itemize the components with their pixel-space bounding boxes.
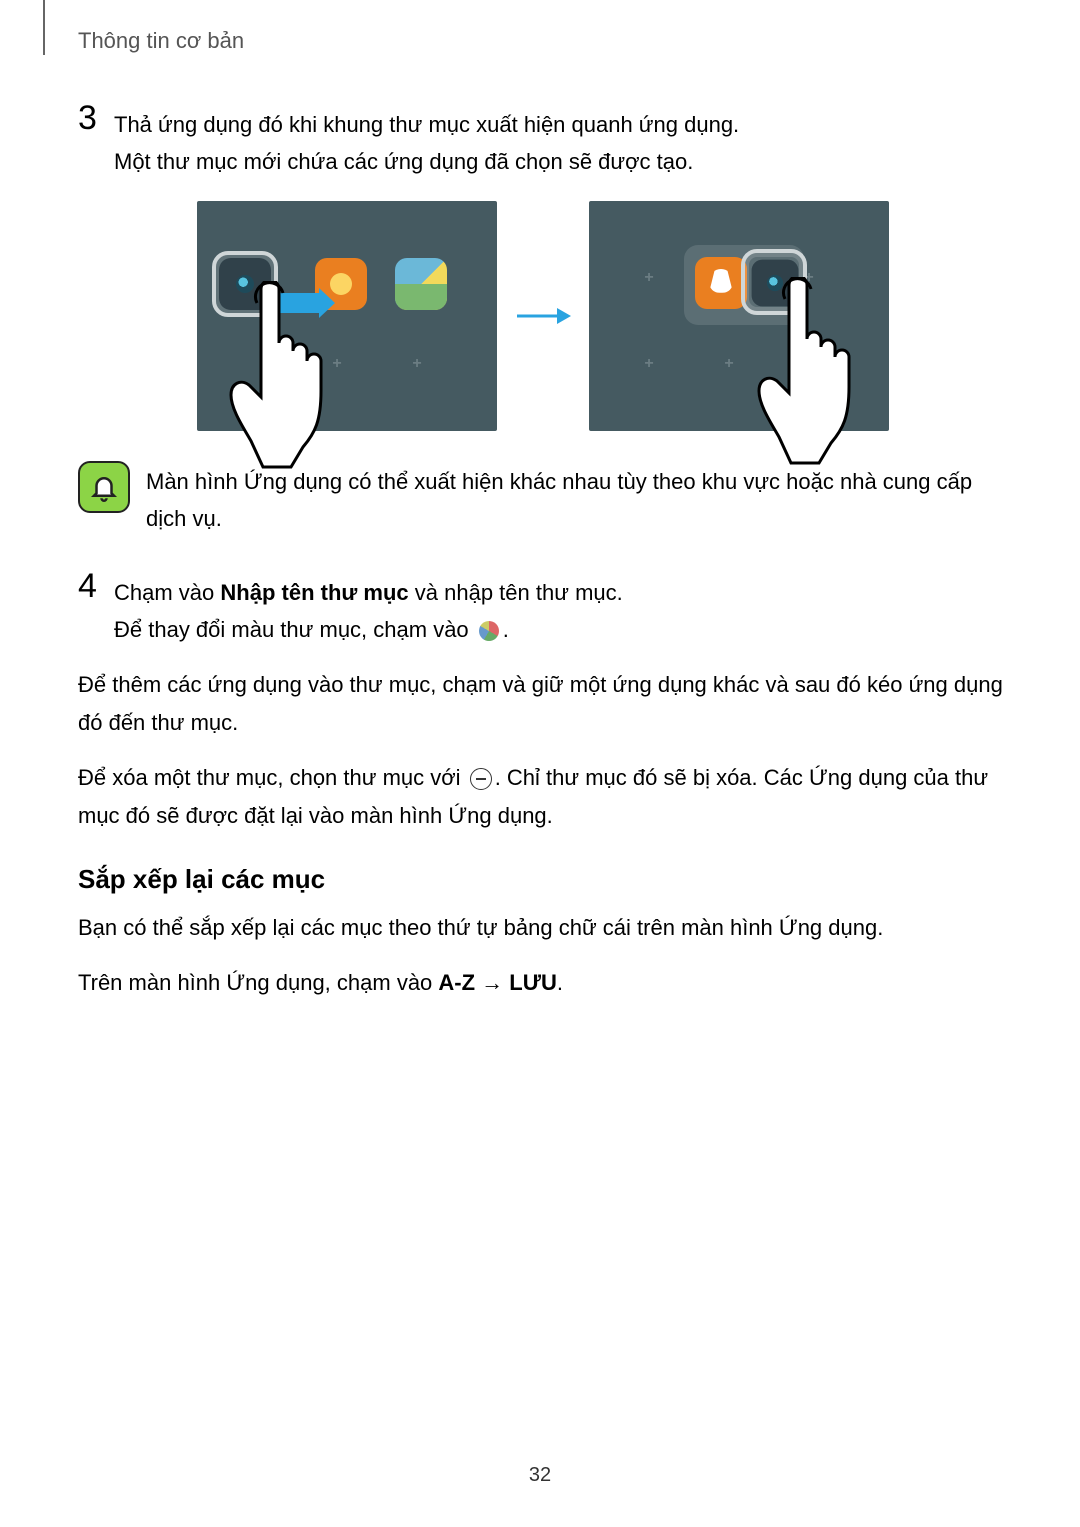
transition-arrow-icon	[515, 305, 571, 327]
figure-panel-before: + + + +	[197, 201, 497, 431]
app-icon-camera	[219, 258, 271, 310]
step-number: 4	[78, 568, 114, 605]
app-icon-gallery	[395, 258, 447, 310]
rearrange-heading: Sắp xếp lại các mục	[78, 864, 1008, 895]
minus-circle-icon	[469, 767, 493, 791]
step4-line1: Chạm vào Nhập tên thư mục và nhập tên th…	[114, 574, 1008, 611]
step-body: Chạm vào Nhập tên thư mục và nhập tên th…	[114, 568, 1008, 649]
rearrange-p2: Trên màn hình Ứng dụng, chạm vào A-Z → L…	[78, 964, 1008, 1001]
step3-line1: Thả ứng dụng đó khi khung thư mục xuất h…	[114, 106, 1008, 143]
figure-panel-after: + + + + +	[589, 201, 889, 431]
palette-icon	[477, 619, 501, 643]
drag-arrow-icon	[275, 293, 321, 313]
section-header: Thông tin cơ bản	[78, 28, 244, 54]
note-callout: Màn hình Ứng dụng có thể xuất hiện khác …	[78, 461, 1008, 538]
step-3: 3 Thả ứng dụng đó khi khung thư mục xuất…	[78, 100, 1008, 181]
page-content: 3 Thả ứng dụng đó khi khung thư mục xuất…	[78, 100, 1008, 1020]
page-number: 32	[0, 1464, 1080, 1487]
app-icon-contact	[695, 257, 747, 309]
note-text: Màn hình Ứng dụng có thể xuất hiện khác …	[146, 461, 1008, 538]
page-edge-bar	[43, 0, 45, 55]
step-body: Thả ứng dụng đó khi khung thư mục xuất h…	[114, 100, 1008, 181]
instruction-figures: + + + +	[78, 201, 1008, 431]
delete-folder-paragraph: Để xóa một thư mục, chọn thư mục với . C…	[78, 759, 1008, 834]
add-apps-paragraph: Để thêm các ứng dụng vào thư mục, chạm v…	[78, 666, 1008, 741]
rearrange-p1: Bạn có thể sắp xếp lại các mục theo thứ …	[78, 909, 1008, 946]
step3-line2: Một thư mục mới chứa các ứng dụng đã chọ…	[114, 143, 1008, 180]
note-bell-icon	[78, 461, 130, 513]
step-4: 4 Chạm vào Nhập tên thư mục và nhập tên …	[78, 568, 1008, 649]
step4-line2: Để thay đổi màu thư mục, chạm vào .	[114, 611, 1008, 648]
step-number: 3	[78, 100, 114, 137]
